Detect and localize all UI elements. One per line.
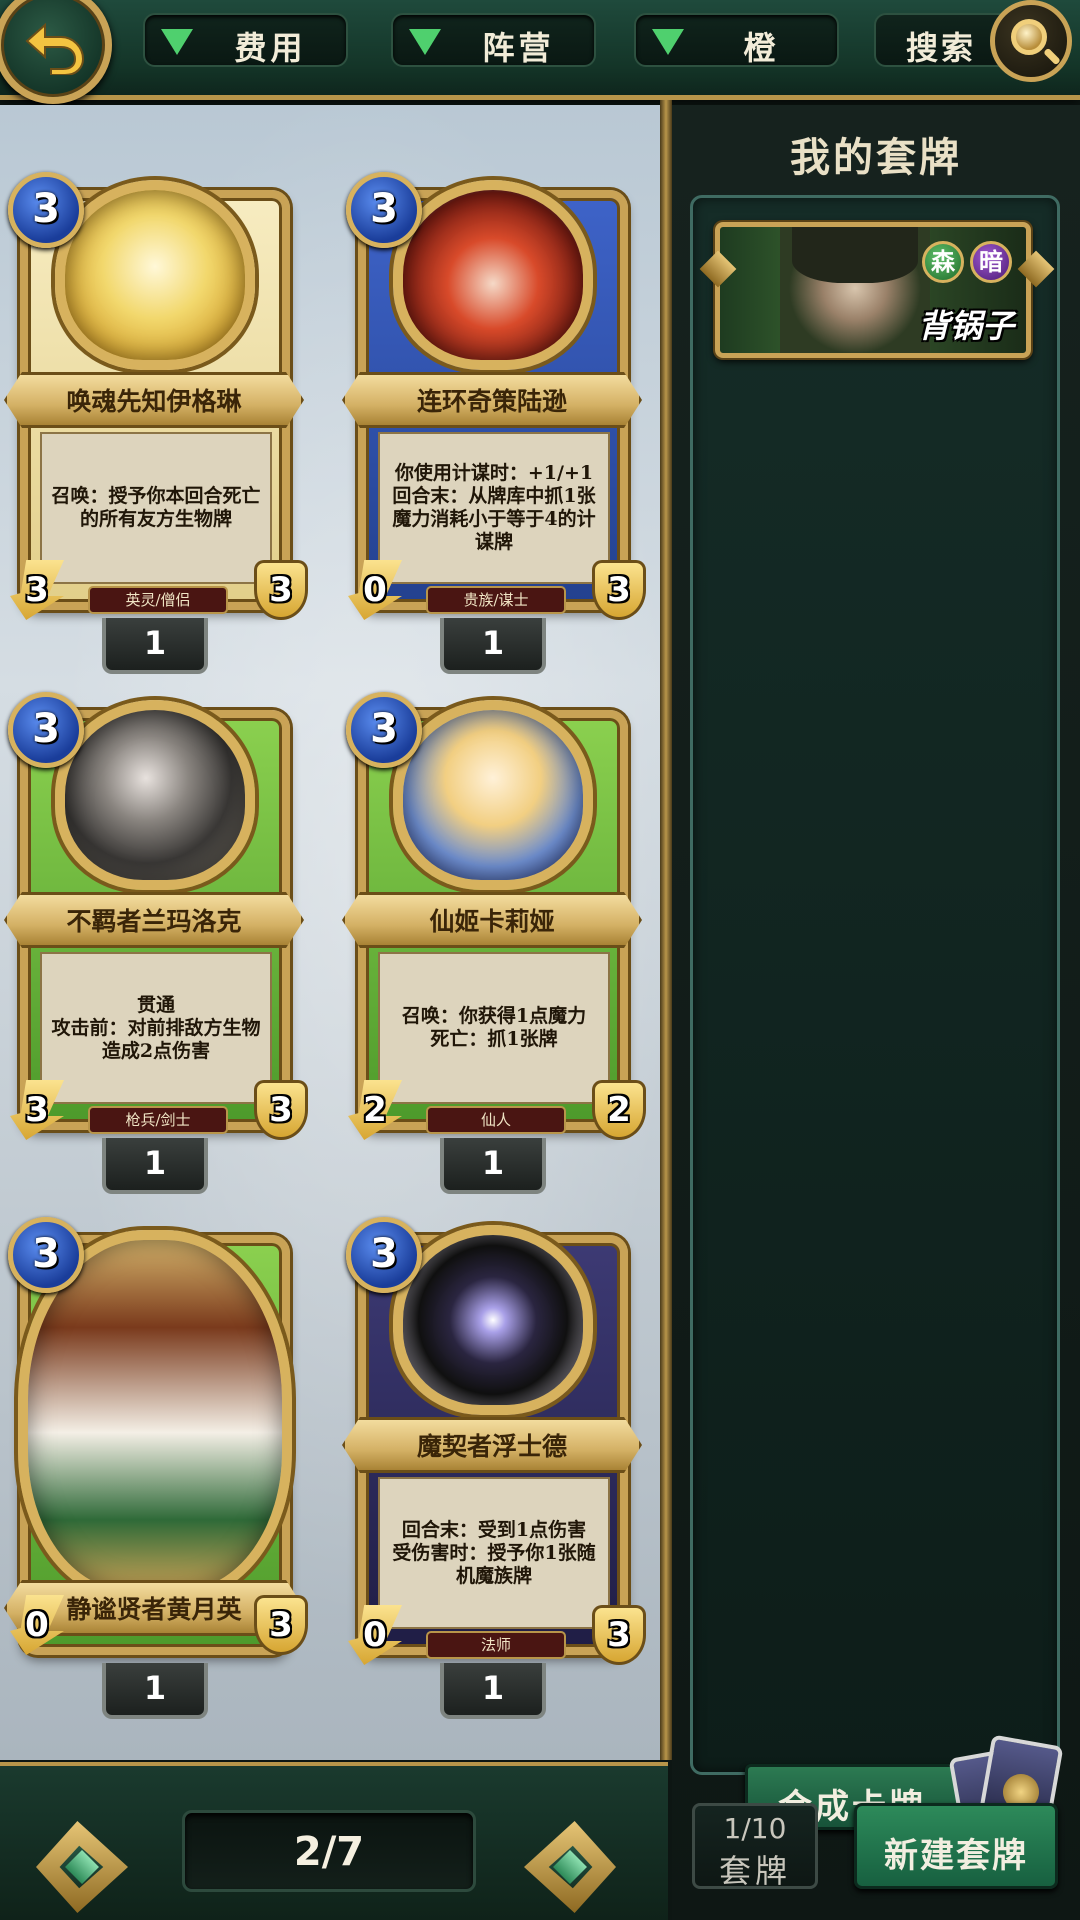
- card-art: [55, 700, 255, 890]
- page-number: 2/7: [293, 1829, 365, 1875]
- deck-portrait-hair: [792, 227, 918, 283]
- health-shield-icon: 2: [592, 1080, 646, 1140]
- card-tribe: 英灵/僧侣: [88, 586, 228, 614]
- attack-icon: 0: [348, 560, 402, 620]
- card-tribe: 枪兵/剑士: [88, 1106, 228, 1134]
- faction-filter-label: 阵营: [482, 29, 555, 67]
- deck-count-label: 套牌: [718, 1852, 791, 1890]
- filter-triangle-icon: [409, 29, 441, 55]
- card-text: 回合末：受到1点伤害 受伤害时：授予你1张随机魔族牌: [392, 1518, 596, 1587]
- top-bar: 费用 阵营 橙 搜索: [0, 0, 1080, 100]
- attack-icon: 3: [10, 1080, 64, 1140]
- faction-forest-icon: 森: [922, 241, 964, 283]
- filter-triangle-icon: [652, 29, 684, 55]
- attack-icon: 0: [10, 1595, 64, 1655]
- deck-count: 1/10 套牌: [692, 1803, 818, 1890]
- mana-cost-gem: 3: [346, 172, 422, 248]
- collection-card[interactable]: 3 仙姬卡莉娅 召唤：你获得1点魔力 死亡：抓1张牌 2 2 仙人 1: [338, 670, 646, 1194]
- card-tribe: 仙人: [426, 1106, 566, 1134]
- card-count: 1: [440, 1138, 546, 1194]
- faction-dark-icon: 暗: [970, 241, 1012, 283]
- page-indicator: 2/7: [182, 1810, 476, 1892]
- card-name: 静谧贤者黄月英: [66, 1595, 242, 1624]
- mana-cost-gem: 3: [346, 1217, 422, 1293]
- card-text: 你使用计谋时：+1/+1 回合末：从牌库中抓1张魔力消耗小于等于4的计谋牌: [392, 462, 596, 553]
- card-tribe: 法师: [426, 1631, 566, 1659]
- card-name: 魔契者浮士德: [416, 1432, 567, 1461]
- collection-card[interactable]: 3 魔契者浮士德 回合末：受到1点伤害 受伤害时：授予你1张随机魔族牌 0 3 …: [338, 1195, 646, 1719]
- rarity-filter-button[interactable]: 橙: [634, 13, 839, 67]
- health-shield-icon: 3: [592, 560, 646, 620]
- page-right-arrow-icon[interactable]: [524, 1821, 616, 1913]
- health-shield-icon: 3: [592, 1605, 646, 1665]
- filter-triangle-icon: [161, 29, 193, 55]
- card-text: 召唤：你获得1点魔力 死亡：抓1张牌: [401, 1005, 587, 1050]
- deck-entry[interactable]: 森 暗 背锅子: [715, 222, 1031, 358]
- card-text: 召唤：授予你本回合死亡的所有友方生物牌: [51, 485, 261, 530]
- card-name: 仙姬卡莉娅: [429, 907, 555, 936]
- card-art: [393, 1225, 593, 1415]
- card-count: 1: [102, 1138, 208, 1194]
- cost-filter-label: 费用: [234, 29, 307, 67]
- collection-card[interactable]: 3 静谧贤者黄月英 0 3 1: [0, 1195, 308, 1719]
- faction-filter-button[interactable]: 阵营: [391, 13, 596, 67]
- card-art: [393, 700, 593, 890]
- deck-panel: 我的套牌 森 暗 背锅子 合成卡牌 1/10 套牌 新建套牌: [672, 105, 1080, 1920]
- attack-icon: 0: [348, 1605, 402, 1665]
- deck-name: 背锅子: [917, 307, 1014, 345]
- mana-cost-gem: 3: [346, 692, 422, 768]
- card-text: 贯通 攻击前：对前排敌方生物造成2点伤害: [51, 993, 261, 1062]
- attack-icon: 2: [348, 1080, 402, 1140]
- attack-icon: 3: [10, 560, 64, 620]
- mana-cost-gem: 3: [8, 692, 84, 768]
- new-deck-button[interactable]: 新建套牌: [854, 1803, 1058, 1889]
- card-name: 连环奇策陆逊: [416, 387, 567, 416]
- collection-card[interactable]: 3 连环奇策陆逊 你使用计谋时：+1/+1 回合末：从牌库中抓1张魔力消耗小于等…: [338, 150, 646, 674]
- mana-cost-gem: 3: [8, 1217, 84, 1293]
- deck-panel-title: 我的套牌: [790, 134, 962, 181]
- card-name: 不羁者兰玛洛克: [66, 907, 242, 936]
- pager-bar: 2/7: [0, 1762, 668, 1920]
- cost-filter-button[interactable]: 费用: [143, 13, 348, 67]
- mana-cost-gem: 3: [8, 172, 84, 248]
- collection-card[interactable]: 3 唤魂先知伊格琳 召唤：授予你本回合死亡的所有友方生物牌 3 3 英灵/僧侣 …: [0, 150, 308, 674]
- card-tribe: 贵族/谋士: [426, 586, 566, 614]
- deck-count-value: 1/10: [723, 1812, 787, 1845]
- health-shield-icon: 3: [254, 560, 308, 620]
- card-art: [55, 180, 255, 370]
- health-shield-icon: 3: [254, 1595, 308, 1655]
- card-art: [393, 180, 593, 370]
- rarity-filter-label: 橙: [743, 29, 780, 67]
- card-count: 1: [440, 1663, 546, 1719]
- deck-list[interactable]: 森 暗 背锅子 合成卡牌: [690, 195, 1064, 1862]
- back-arrow-icon: [25, 22, 85, 75]
- card-count: 1: [102, 1663, 208, 1719]
- card-count: 1: [440, 618, 546, 674]
- health-shield-icon: 3: [254, 1080, 308, 1140]
- new-deck-label: 新建套牌: [884, 1836, 1028, 1876]
- page-left-arrow-icon[interactable]: [36, 1821, 128, 1913]
- card-name: 唤魂先知伊格琳: [66, 387, 242, 416]
- search-label: 搜索: [906, 29, 977, 67]
- collection-card[interactable]: 3 不羁者兰玛洛克 贯通 攻击前：对前排敌方生物造成2点伤害 3 3 枪兵/剑士…: [0, 670, 308, 1194]
- search-magnifier-icon[interactable]: [990, 0, 1072, 82]
- panel-divider: [660, 100, 672, 1760]
- card-count: 1: [102, 618, 208, 674]
